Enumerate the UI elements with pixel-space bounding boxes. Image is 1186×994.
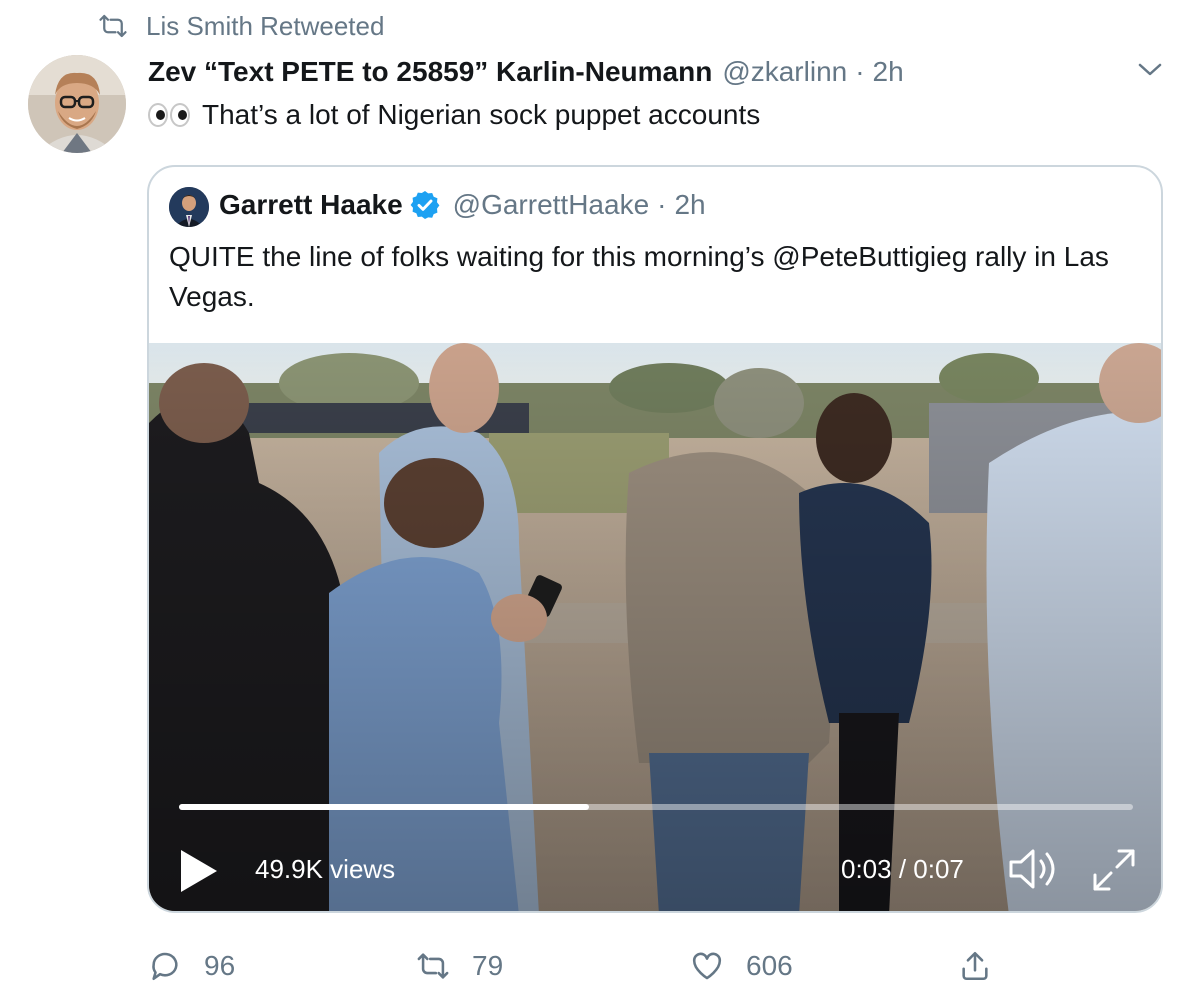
- fullscreen-icon[interactable]: [1091, 847, 1137, 893]
- verified-badge-icon: [410, 191, 440, 219]
- quoted-avatar-image: [169, 187, 209, 227]
- author-handle[interactable]: @zkarlinn: [722, 56, 847, 88]
- video-view-count: 49.9K views: [255, 854, 396, 884]
- tweet-text-body: That’s a lot of Nigerian sock puppet acc…: [202, 99, 761, 130]
- reply-count: 96: [204, 950, 236, 981]
- play-icon[interactable]: [179, 848, 219, 894]
- video-progress-fill: [179, 804, 589, 810]
- like-count: 606: [746, 950, 793, 981]
- tweet-time[interactable]: 2h: [873, 56, 904, 88]
- like-button[interactable]: 606: [690, 944, 793, 988]
- quoted-tweet-card[interactable]: Garrett Haake @GarrettHaake · 2h QUITE t…: [147, 165, 1163, 913]
- header-separator: ·: [855, 56, 865, 87]
- reply-button[interactable]: 96: [148, 944, 235, 988]
- author-name[interactable]: Zev “Text PETE to 25859” Karlin-Neumann: [148, 56, 712, 88]
- video-time-display: 0:03 / 0:07: [841, 854, 964, 884]
- quoted-tweet-text: QUITE the line of folks waiting for this…: [169, 241, 1109, 312]
- video-player[interactable]: 49.9K views 0:03 / 0:07: [149, 343, 1161, 911]
- retweet-button[interactable]: 79: [416, 944, 503, 988]
- retweet-icon: [99, 14, 127, 38]
- reply-icon: [152, 952, 178, 981]
- retweet-icon: [417, 953, 449, 979]
- avatar-image: [28, 55, 126, 153]
- author-avatar[interactable]: [28, 55, 126, 153]
- tweet-header: Zev “Text PETE to 25859” Karlin-Neumann …: [148, 56, 904, 94]
- quoted-tweet-header: Garrett Haake @GarrettHaake · 2h: [219, 189, 706, 221]
- share-button[interactable]: [958, 944, 1014, 988]
- chevron-down-icon[interactable]: [1136, 60, 1164, 80]
- video-frame: [149, 343, 1161, 911]
- retweet-banner[interactable]: Lis Smith Retweeted: [96, 8, 384, 44]
- quoted-tweet-time[interactable]: 2h: [674, 189, 705, 221]
- quoted-author-avatar[interactable]: [169, 187, 209, 227]
- quoted-author-handle[interactable]: @GarrettHaake: [453, 189, 650, 221]
- heart-icon: [692, 952, 722, 980]
- tweet-text: That’s a lot of Nigerian sock puppet acc…: [148, 99, 760, 131]
- volume-icon[interactable]: [1007, 845, 1063, 893]
- eyes-emoji-icon: [148, 103, 190, 127]
- retweet-count: 79: [472, 950, 504, 981]
- retweet-banner-text: Lis Smith Retweeted: [146, 10, 385, 41]
- share-icon: [962, 951, 988, 981]
- quoted-author-name[interactable]: Garrett Haake: [219, 189, 403, 221]
- quoted-header-separator: ·: [657, 189, 667, 220]
